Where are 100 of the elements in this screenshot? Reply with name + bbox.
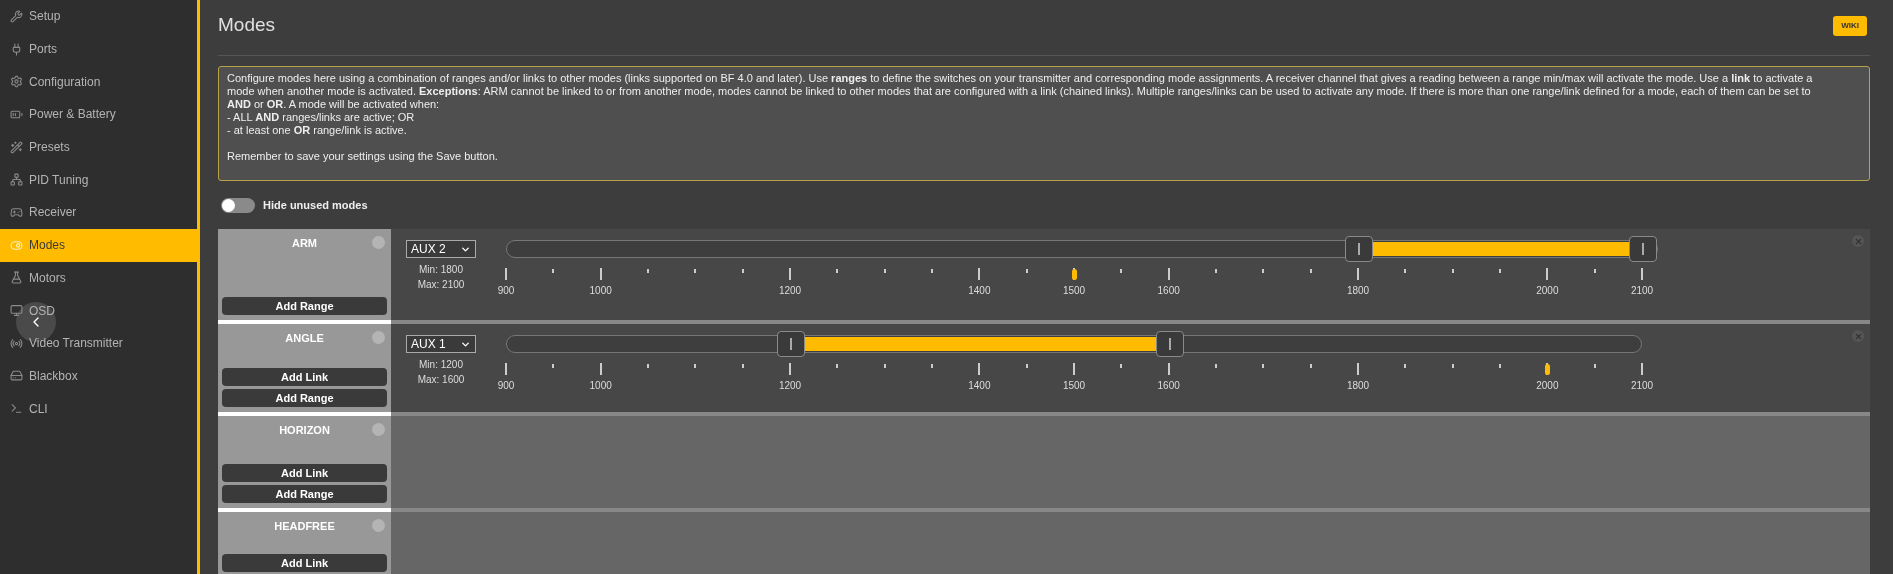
channel-select[interactable]: AUX 1 [406, 335, 476, 353]
minor-tick [1593, 269, 1596, 273]
flask-icon [10, 271, 23, 285]
major-tick [505, 363, 507, 375]
sidebar-item[interactable]: Modes [0, 228, 197, 262]
minor-tick [1120, 364, 1123, 368]
add-button[interactable]: Add Link [222, 464, 387, 482]
sidebar-item[interactable]: Setup [0, 0, 197, 33]
scale-label: 1500 [1062, 381, 1086, 391]
scale-label: 2100 [1630, 381, 1654, 391]
network-icon [10, 173, 23, 187]
add-button[interactable]: Add Range [222, 485, 387, 503]
sidebar-item[interactable]: Receiver [0, 196, 197, 229]
plug-icon [10, 42, 23, 56]
minor-tick [647, 364, 649, 368]
minor-tick [647, 269, 649, 273]
minor-tick [1593, 364, 1596, 368]
add-button[interactable]: Add Link [222, 554, 387, 572]
wiki-button[interactable]: WIKI [1833, 15, 1867, 36]
minor-tick [931, 269, 933, 273]
sidebar-item[interactable]: Configuration [0, 65, 197, 99]
sidebar-item[interactable]: PID Tuning [0, 163, 197, 197]
major-tick [978, 268, 981, 280]
scale-label: 2000 [1536, 286, 1559, 296]
minor-tick [1309, 364, 1312, 368]
minor-tick [1215, 269, 1217, 273]
major-tick [1357, 363, 1359, 375]
major-tick [789, 363, 791, 375]
scale-label: 900 [497, 286, 515, 296]
minor-tick [1404, 364, 1407, 368]
minor-tick [1404, 269, 1407, 273]
sidebar-item[interactable]: Power & Battery [0, 98, 197, 131]
sidebar-item[interactable]: OSD [0, 294, 197, 327]
mode-name: ANGLE [285, 331, 324, 346]
minor-tick [741, 269, 744, 273]
minor-tick [931, 364, 933, 368]
switch-icon [10, 238, 23, 252]
major-tick [505, 268, 507, 280]
drive-icon [10, 369, 23, 383]
range-min: Min: 1800 [419, 263, 463, 277]
scale-label: 1400 [968, 286, 991, 296]
range-max: Max: 2100 [417, 278, 465, 292]
minor-tick [1262, 269, 1265, 273]
range-handle[interactable] [1345, 236, 1373, 262]
sidebar-item[interactable]: Presets [0, 130, 197, 164]
scale-label: 1400 [968, 381, 991, 391]
radio-icon [10, 336, 23, 350]
range-min: Min: 1200 [419, 358, 463, 372]
add-button[interactable]: Add Link [222, 368, 387, 386]
wand-icon [10, 140, 23, 154]
sidebar-item[interactable]: CLI [0, 392, 197, 425]
scale-label: 1200 [778, 286, 802, 296]
mode-name: HEADFREE [274, 519, 335, 534]
sidebar-item[interactable]: Blackbox [0, 359, 197, 393]
range-handle[interactable] [1155, 331, 1184, 357]
major-tick [978, 363, 981, 375]
channel-select[interactable]: AUX 2 [406, 240, 476, 258]
gear-icon [10, 75, 23, 89]
condition-text: - ALL AND ranges/links are active; OR [227, 111, 416, 124]
wrench-icon [10, 9, 23, 23]
toggle-switch[interactable] [221, 197, 255, 213]
major-tick [1546, 268, 1549, 280]
scale-label: 1000 [589, 381, 612, 391]
range-handle[interactable] [777, 331, 805, 357]
page-title: Modes [218, 13, 276, 38]
range-handle[interactable] [1629, 236, 1657, 262]
range-max: Max: 1600 [417, 373, 465, 387]
major-tick [1167, 363, 1170, 375]
major-tick [599, 363, 602, 375]
minor-tick [836, 364, 839, 368]
major-tick [1073, 363, 1075, 375]
minor-tick [694, 269, 697, 273]
sidebar-item[interactable]: Ports [0, 32, 197, 66]
minor-tick [1120, 269, 1123, 273]
gamepad-icon [10, 205, 23, 219]
major-tick [1641, 268, 1643, 280]
minor-tick [1025, 364, 1028, 368]
scale-label: 1800 [1346, 381, 1370, 391]
description-text: Configure modes here using a combination of ranges and/or links to other modes (links supported on BF 4.0 and later). Use ranges to define the switches on your transmitter and corresponding mode assignments. A receiver channel that gives a reading between a range min/max will activate the mode. Use a link to activate a mode when another mode is activated. Exceptions: ARM cannot be linked to or from another mode, modes cannot be linked to other modes that are configured with a link (chained links). Multiple ranges/links can be used to activate any mode. If there is more than one range/link defined for a mode, each of them can be set to AND or OR. A mode will be activated when: [227, 72, 1814, 111]
mode-name: HORIZON [279, 423, 330, 438]
minor-tick [694, 364, 697, 368]
reminder-text: Remember to save your settings using the Save button. [227, 150, 499, 163]
minor-tick [1309, 269, 1312, 273]
minor-tick [883, 364, 886, 368]
range-slider[interactable]: 900 1000 1200 1400 1500 1600 1800 2000 2100 [490, 240, 1658, 308]
scale-label: 1000 [589, 286, 612, 296]
scale-label: 1500 [1062, 286, 1086, 296]
mode-name: ARM [291, 236, 318, 251]
minor-tick [1262, 364, 1265, 368]
add-button[interactable]: Add Range [222, 297, 387, 315]
minor-tick [741, 364, 744, 368]
sidebar-item[interactable]: Motors [0, 261, 197, 295]
range-slider[interactable]: 900 1000 1200 1400 1500 1600 1800 2000 2100 [490, 335, 1658, 403]
scale-label: 900 [497, 381, 515, 391]
condition-text: - at least one OR range/link is active. [227, 124, 408, 137]
sidebar-item[interactable]: Video Transmitter [0, 326, 197, 360]
major-tick [1167, 268, 1170, 280]
scale-label: 1800 [1346, 286, 1370, 296]
add-button[interactable]: Add Range [222, 389, 387, 407]
scale-label: 2000 [1536, 381, 1559, 391]
